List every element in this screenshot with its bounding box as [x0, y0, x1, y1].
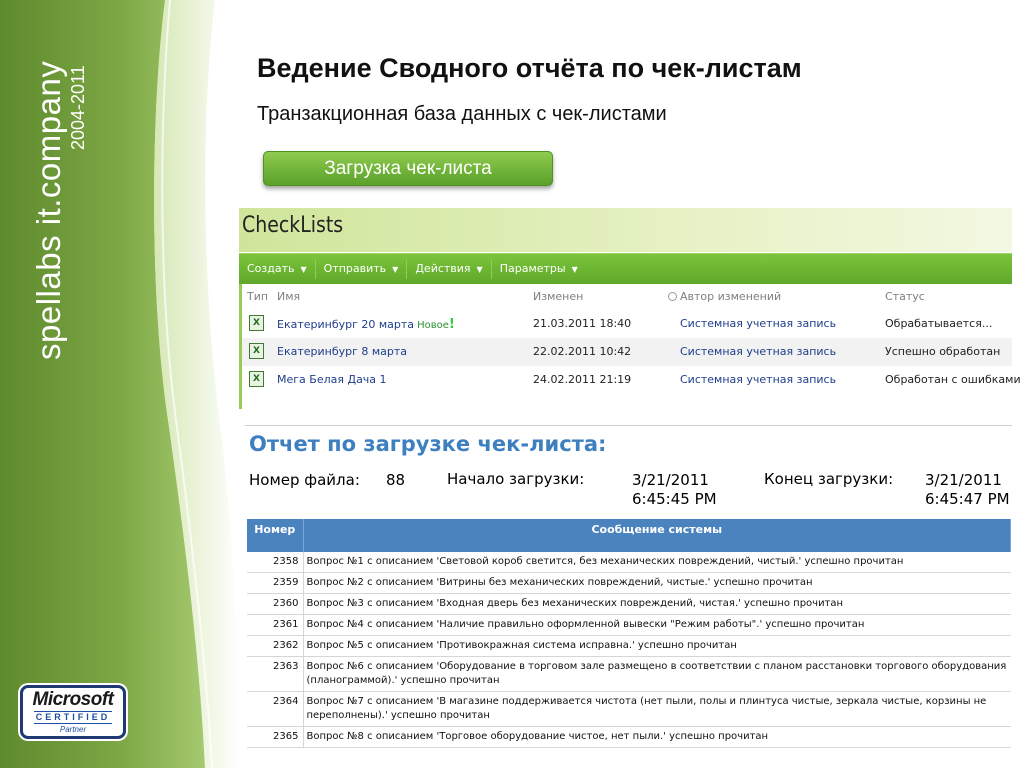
excel-file-icon: X — [249, 371, 264, 387]
partner-text: Partner — [59, 725, 87, 734]
excel-file-icon: X — [249, 315, 264, 331]
column-header-author[interactable]: Автор изменений — [668, 290, 781, 303]
column-header-name[interactable]: Имя — [277, 290, 300, 303]
end-time-value: 6:45:47 PM — [925, 490, 1010, 508]
slide-subtitle: Транзакционная база данных с чек-листами — [257, 103, 667, 125]
checklist-modified: 24.02.2011 21:19 — [533, 373, 632, 386]
checklist-row[interactable]: X Екатеринбург 8 марта 22.02.2011 10:42 … — [242, 338, 1012, 366]
checklist-author-link[interactable]: Системная учетная запись — [680, 373, 836, 386]
certified-text: CERTIFIED — [33, 711, 113, 724]
checklist-name-link[interactable]: Екатеринбург 8 марта — [277, 345, 407, 358]
checklist-author-link[interactable]: Системная учетная запись — [680, 317, 836, 330]
message-text: Вопрос №5 с описанием 'Противокражная си… — [303, 635, 1011, 657]
checklist-modified: 22.02.2011 10:42 — [533, 345, 632, 358]
toolbar-send-label: Отправить — [323, 262, 387, 275]
checklist-status: Обработан с ошибками — [885, 373, 1021, 386]
upload-report-panel: Отчет по загрузке чек-листа: Номер файла… — [245, 425, 1012, 768]
message-text: Вопрос №3 с описанием 'Входная дверь без… — [303, 593, 1011, 615]
message-text: Вопрос №1 с описанием 'Световой короб св… — [303, 552, 1011, 573]
dropdown-arrow-icon: ▼ — [476, 265, 483, 274]
column-header-message: Сообщение системы — [303, 519, 1011, 552]
table-row: 2358 Вопрос №1 с описанием 'Световой коро… — [247, 552, 1011, 573]
report-title: Отчет по загрузке чек-листа: — [249, 432, 607, 456]
table-row: 2360 Вопрос №3 с описанием 'Входная дверь… — [247, 593, 1011, 615]
checklist-status: Обрабатывается... — [885, 317, 993, 330]
start-time-value: 6:45:45 PM — [632, 490, 717, 508]
left-brand-band: spellabs it.company 2004-2011 Microsoft … — [0, 0, 240, 768]
checklist-modified: 21.03.2011 18:40 — [533, 317, 632, 330]
table-header-row: Номер Сообщение системы — [247, 519, 1011, 552]
end-date-value: 3/21/2011 — [925, 471, 1002, 489]
microsoft-certified-partner-logo: Microsoft CERTIFIED Partner — [20, 685, 126, 739]
microsoft-logo-text: Microsoft — [32, 689, 115, 710]
checklist-status: Успешно обработан — [885, 345, 1001, 358]
column-header-type[interactable]: Тип — [247, 290, 268, 303]
presence-icon — [668, 292, 677, 301]
checklists-titlebar: CheckLists — [239, 208, 1012, 252]
dropdown-arrow-icon: ▼ — [300, 265, 307, 274]
message-number: 2363 — [247, 656, 304, 692]
message-text: Вопрос №6 с описанием 'Оборудование в то… — [303, 656, 1011, 692]
message-number: 2361 — [247, 614, 304, 636]
start-date-value: 3/21/2011 — [632, 471, 709, 489]
checklist-name-link[interactable]: Мега Белая Дача 1 — [277, 373, 387, 386]
column-header-modified[interactable]: Изменен — [533, 290, 583, 303]
toolbar-create-menu[interactable]: Создать ▼ — [239, 259, 316, 279]
table-row: 2365 Вопрос №8 с описанием 'Торговое обор… — [247, 726, 1011, 748]
dropdown-arrow-icon: ▼ — [392, 265, 399, 274]
checklist-name-link[interactable]: Екатеринбург 20 марта — [277, 318, 414, 331]
message-number: 2362 — [247, 635, 304, 657]
checklists-panel: CheckLists Создать ▼ Отправить ▼ Действия ▼… — [239, 208, 1021, 409]
column-header-author-label: Автор изменений — [680, 290, 782, 303]
message-number: 2365 — [247, 726, 304, 748]
file-number-value: 88 — [386, 471, 406, 489]
toolbar-actions-label: Действия — [415, 262, 471, 275]
message-number: 2358 — [247, 552, 304, 573]
report-messages-table: Номер Сообщение системы 2358 Вопрос №1 с … — [247, 519, 1011, 748]
message-text: Вопрос №4 с описанием 'Наличие правильно… — [303, 614, 1011, 636]
checklists-toolbar: Создать ▼ Отправить ▼ Действия ▼ Параметры ▼ — [239, 253, 1012, 284]
new-badge: Новое — [417, 320, 449, 331]
toolbar-settings-label: Параметры — [499, 262, 566, 275]
slide-title: Ведение Сводного отчёта по чек-листам — [257, 53, 802, 83]
file-number-label: Номер файла: — [249, 471, 360, 489]
start-time-label: Начало загрузки: — [447, 470, 585, 488]
message-number: 2364 — [247, 691, 304, 727]
toolbar-settings-menu[interactable]: Параметры ▼ — [492, 259, 586, 279]
toolbar-actions-menu[interactable]: Действия ▼ — [407, 259, 492, 279]
checklist-row[interactable]: X Мега Белая Дача 1 24.02.2011 21:19 Сис… — [242, 366, 1021, 394]
table-row: 2361 Вопрос №4 с описанием 'Наличие прави… — [247, 614, 1011, 636]
checklist-row[interactable]: X Екатеринбург 20 марта Новое! 21.03.2011… — [242, 310, 1012, 338]
column-header-status[interactable]: Статус — [885, 290, 925, 303]
end-time-label: Конец загрузки: — [764, 470, 894, 488]
message-number: 2360 — [247, 593, 304, 615]
table-row: 2359 Вопрос №2 с описанием 'Витрины без м… — [247, 572, 1011, 594]
message-number: 2359 — [247, 572, 304, 594]
new-mark-icon: ! — [448, 317, 455, 332]
table-row: 2362 Вопрос №5 с описанием 'Противокражна… — [247, 635, 1011, 657]
toolbar-send-menu[interactable]: Отправить ▼ — [316, 259, 408, 279]
message-text: Вопрос №7 с описанием 'В магазине поддер… — [303, 691, 1011, 727]
message-text: Вопрос №2 с описанием 'Витрины без механ… — [303, 572, 1011, 594]
excel-file-icon: X — [249, 343, 264, 359]
brand-years: 2004-2011 — [68, 65, 88, 150]
column-header-number: Номер — [247, 519, 304, 552]
table-row: 2364 Вопрос №7 с описанием 'В магазине по… — [247, 691, 1011, 727]
upload-checklist-button[interactable]: Загрузка чек-листа — [263, 151, 553, 186]
brand-company-name: spellabs it.company — [30, 60, 67, 360]
toolbar-create-label: Создать — [247, 262, 295, 275]
table-row: 2363 Вопрос №6 с описанием 'Оборудование … — [247, 656, 1011, 692]
dropdown-arrow-icon: ▼ — [571, 265, 578, 274]
message-text: Вопрос №8 с описанием 'Торговое оборудов… — [303, 726, 1011, 748]
checklist-author-link[interactable]: Системная учетная запись — [680, 345, 836, 358]
checklists-title: CheckLists — [242, 213, 344, 238]
